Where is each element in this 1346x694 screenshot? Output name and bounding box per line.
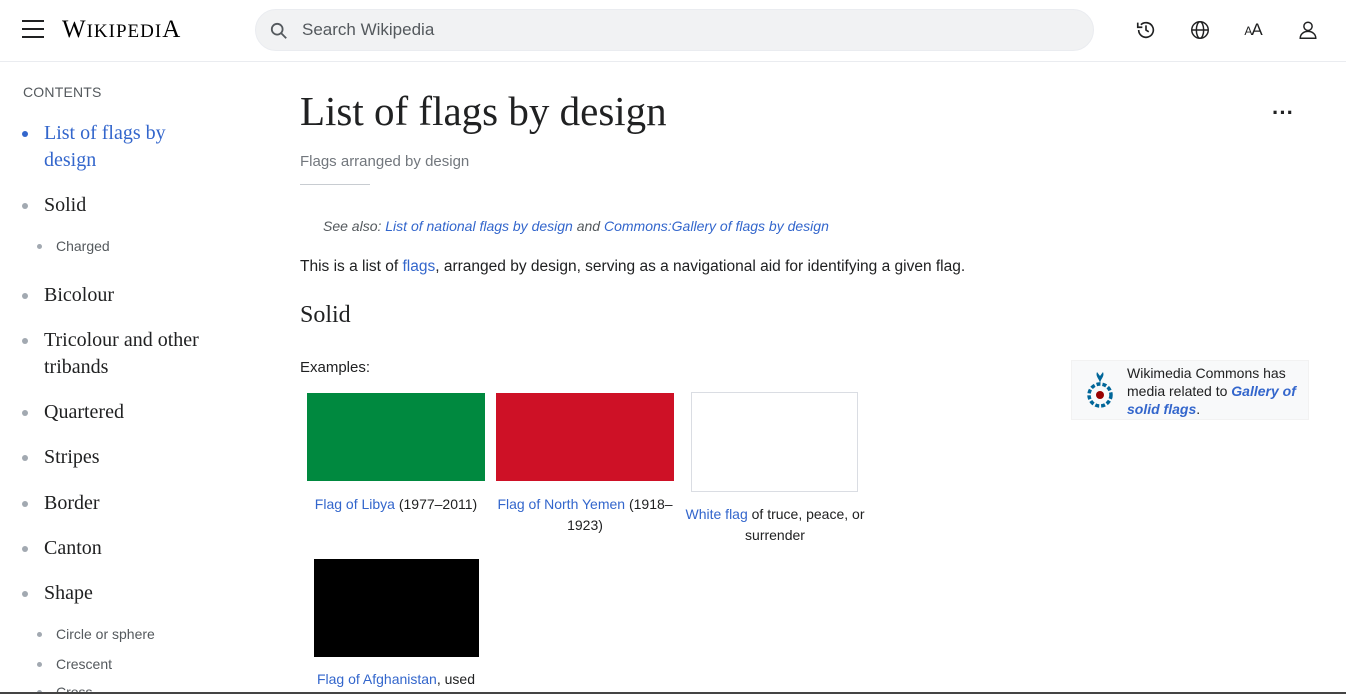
page-tagline: Flags arranged by design	[300, 153, 470, 170]
user-icon[interactable]	[1295, 17, 1321, 43]
intro-after: , arranged by design, serving as a navig…	[435, 258, 966, 275]
toc-item-quartered[interactable]: Quartered	[22, 399, 124, 426]
page-title: List of flags by design	[300, 88, 667, 134]
intro-paragraph: This is a list of flags, arranged by des…	[300, 258, 965, 276]
caption-white-flag: White flag of truce, peace, or surrender	[685, 506, 865, 543]
toc-title: CONTENTS	[23, 84, 102, 100]
hatnote-middle: and	[572, 218, 604, 234]
caption-afghanistan: Flag of Afghanistan, used	[316, 671, 475, 687]
more-icon[interactable]: ···	[1272, 102, 1296, 128]
toc-item-circle-or-sphere[interactable]: Circle or sphere	[37, 625, 155, 643]
flag-north-yemen-image[interactable]	[496, 393, 674, 481]
flag-libya-image[interactable]	[307, 393, 485, 481]
link-white-flag[interactable]: White flag	[686, 506, 748, 522]
hatnote: See also: List of national flags by desi…	[323, 218, 829, 234]
toc-item-shape[interactable]: Shape	[22, 580, 93, 607]
hatnote-link-national-flags[interactable]: List of national flags by design	[385, 218, 573, 234]
text-size-icon[interactable]: AA	[1240, 17, 1266, 43]
wikimedia-commons-icon	[1087, 372, 1113, 408]
caption-north-yemen: Flag of North Yemen (1918–1923)	[497, 496, 673, 533]
commons-text: Wikimedia Commons has media related to G…	[1127, 365, 1296, 417]
intro-before: This is a list of	[300, 258, 403, 275]
toc-item-charged[interactable]: Charged	[37, 237, 110, 255]
hatnote-link-commons-gallery[interactable]: Commons:Gallery of flags by design	[604, 218, 829, 234]
hatnote-prefix: See also:	[323, 218, 386, 234]
flag-white-image[interactable]	[691, 392, 858, 492]
link-flag-of-libya[interactable]: Flag of Libya	[315, 496, 395, 512]
link-flag-of-afghanistan[interactable]: Flag of Afghanistan	[317, 671, 437, 687]
toc-item-tricolour[interactable]: Tricolour and other tribands	[22, 327, 204, 381]
flag-afghanistan-image[interactable]	[314, 559, 479, 657]
search-input[interactable]	[302, 10, 1062, 50]
article-content: List of flags by design ··· Flags arrang…	[300, 62, 1320, 694]
examples-label: Examples:	[300, 359, 371, 376]
tagline-divider	[300, 184, 370, 185]
search-icon	[270, 22, 287, 39]
link-flag-of-north-yemen[interactable]: Flag of North Yemen	[497, 496, 625, 512]
intro-link-flags[interactable]: flags	[403, 258, 436, 275]
history-icon[interactable]	[1133, 17, 1159, 43]
toc-item-border[interactable]: Border	[22, 490, 100, 517]
language-icon[interactable]	[1187, 17, 1213, 43]
search-box[interactable]	[255, 9, 1094, 51]
toc-item-canton[interactable]: Canton	[22, 535, 102, 562]
toc-item-bicolour[interactable]: Bicolour	[22, 282, 114, 309]
toc-item-solid[interactable]: Solid	[21, 192, 86, 219]
toc-item-stripes[interactable]: Stripes	[22, 444, 100, 471]
commons-box: Wikimedia Commons has media related to G…	[1071, 360, 1309, 420]
wikipedia-wordmark[interactable]: WIKIPEDIA	[62, 16, 181, 44]
section-heading-solid: Solid	[300, 302, 351, 328]
toc-item-list-of-flags[interactable]: List of flags by design	[22, 120, 204, 174]
top-header: WIKIPEDIA AA	[0, 0, 1346, 62]
caption-libya: Flag of Libya (1977–2011)	[314, 496, 478, 512]
table-of-contents: CONTENTS List of flags by design Solid C…	[0, 62, 240, 694]
toc-item-crescent[interactable]: Crescent	[36, 655, 112, 673]
menu-icon[interactable]	[22, 20, 44, 40]
